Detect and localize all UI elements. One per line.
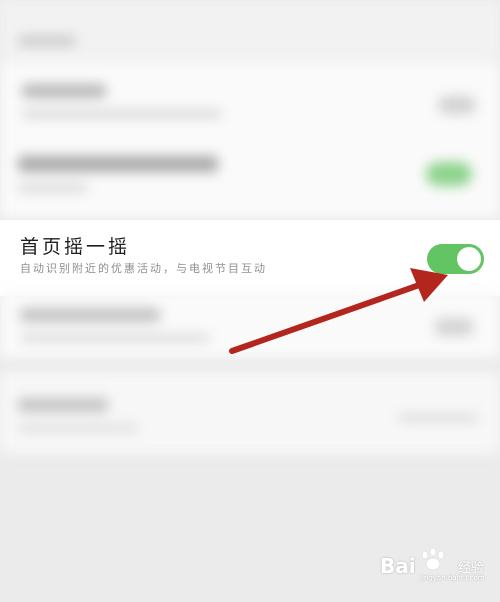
paw-icon <box>421 548 445 571</box>
blurred-settings-row-mid <box>0 290 500 358</box>
blurred-header <box>0 0 500 64</box>
shake-setting-row: 首页摇一摇 自动识别附近的优惠活动，与电视节目互动 <box>0 219 500 296</box>
watermark-brand: Bai <box>380 554 416 578</box>
settings-screen: 首页摇一摇 自动识别附近的优惠活动，与电视节目互动 Bai 经验 jingyan… <box>0 0 500 602</box>
watermark-url: jingyan.baidu.com <box>420 574 485 582</box>
shake-toggle-switch[interactable] <box>427 244 484 274</box>
toggle-knob <box>457 247 481 271</box>
baidu-jingyan-watermark: Bai 经验 jingyan.baidu.com <box>380 548 492 582</box>
setting-description: 自动识别附近的优惠活动，与电视节目互动 <box>20 262 267 275</box>
setting-title: 首页摇一摇 <box>20 236 131 258</box>
blurred-settings-group-top <box>0 62 500 218</box>
blurred-settings-row-low <box>0 372 500 454</box>
